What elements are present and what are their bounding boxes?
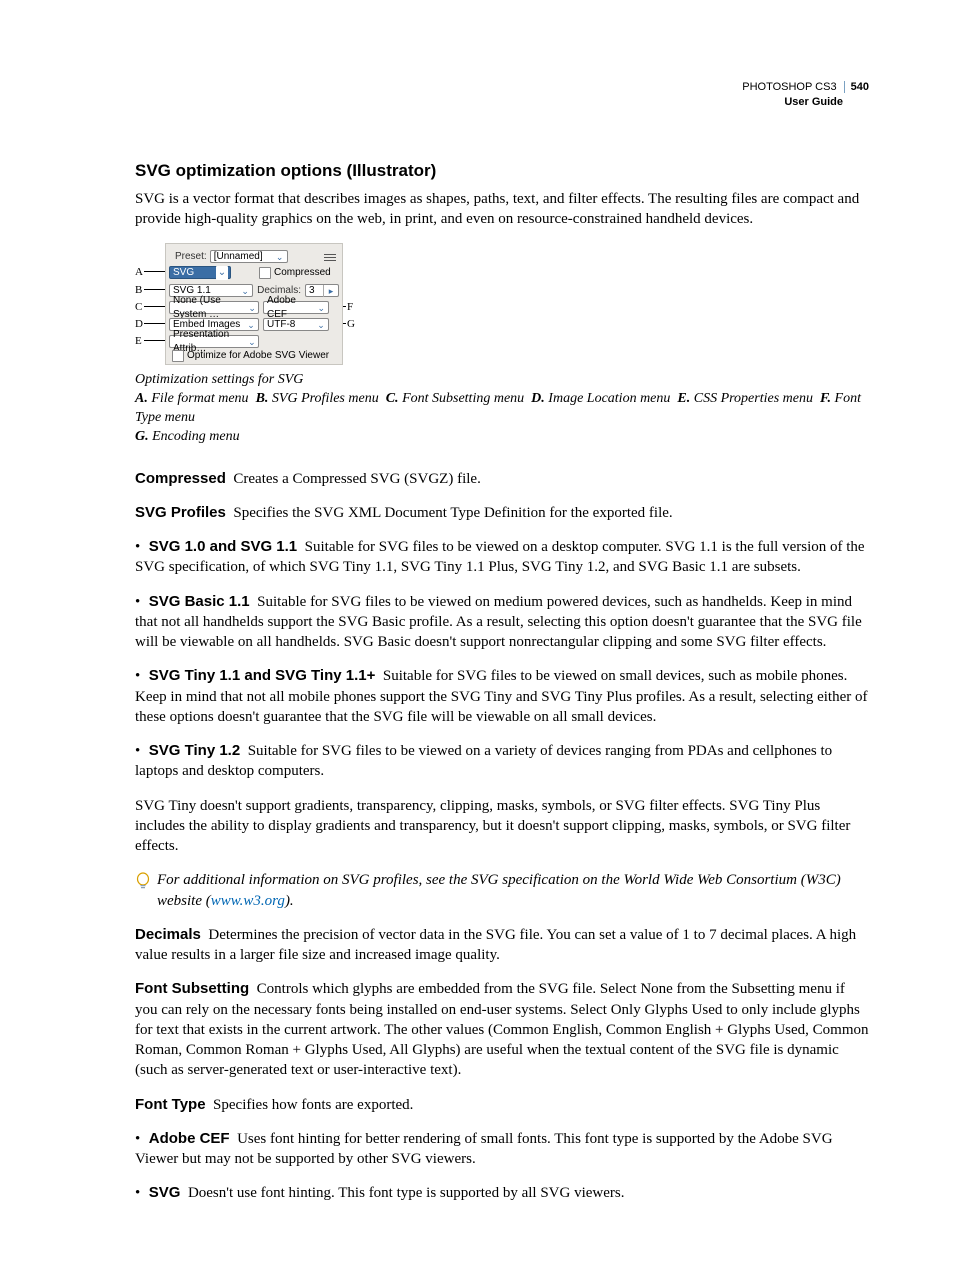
chevron-down-icon: ⌄ (275, 251, 285, 263)
product-name: PHOTOSHOP CS3 (742, 80, 836, 95)
preset-label: Preset: (175, 250, 207, 264)
def-compressed: Compressed Creates a Compressed SVG (SVG… (135, 469, 869, 489)
def-decimals: Decimals Determines the precision of vec… (135, 925, 869, 966)
profile-svg-tiny-11: • SVG Tiny 1.1 and SVG Tiny 1.1+ Suitabl… (135, 666, 869, 727)
svg-options-figure: A B C D E F G Preset: [Unnamed]⌄ SVG⌄ (135, 243, 355, 367)
css-properties-dropdown[interactable]: Presentation Attrib…⌄ (169, 335, 259, 348)
chevron-down-icon: ⌄ (248, 336, 256, 348)
compressed-checkbox[interactable]: Compressed (259, 266, 331, 280)
preset-dropdown[interactable]: [Unnamed]⌄ (210, 250, 288, 263)
page-header: PHOTOSHOP CS3 540 User Guide (135, 80, 869, 110)
checkbox-icon (259, 267, 271, 279)
profile-svg-tiny-12: • SVG Tiny 1.2 Suitable for SVG files to… (135, 741, 869, 782)
callout-a: A (135, 265, 143, 280)
callout-g: G (347, 317, 355, 332)
section-title: SVG optimization options (Illustrator) (135, 160, 869, 183)
def-svg-profiles: SVG Profiles Specifies the SVG XML Docum… (135, 503, 869, 523)
chevron-down-icon: ⌄ (216, 266, 228, 280)
stepper-icon: ▸ (323, 285, 338, 297)
file-format-dropdown[interactable]: SVG⌄ (169, 266, 231, 279)
options-panel: Preset: [Unnamed]⌄ SVG⌄ Compressed (165, 243, 343, 365)
checkbox-icon (172, 350, 184, 362)
profile-svg-basic-11: • SVG Basic 1.1 Suitable for SVG files t… (135, 592, 869, 653)
def-font-subsetting: Font Subsetting Controls which glyphs ar… (135, 979, 869, 1080)
intro-paragraph: SVG is a vector format that describes im… (135, 189, 869, 230)
lightbulb-icon (135, 872, 157, 898)
svg-tiny-note: SVG Tiny doesn't support gradients, tran… (135, 796, 869, 857)
callout-f: F (347, 300, 353, 315)
callout-d: D (135, 317, 143, 332)
callout-e: E (135, 334, 142, 349)
profile-svg10-11: • SVG 1.0 and SVG 1.1 Suitable for SVG f… (135, 537, 869, 578)
chevron-down-icon: ⌄ (248, 302, 256, 314)
font-subsetting-dropdown[interactable]: None (Use System …⌄ (169, 301, 259, 314)
font-type-svg: • SVG Doesn't use font hinting. This fon… (135, 1183, 869, 1203)
optimize-checkbox[interactable]: Optimize for Adobe SVG Viewer (172, 349, 329, 363)
chevron-down-icon: ⌄ (316, 319, 326, 331)
callout-b: B (135, 283, 142, 298)
chevron-down-icon: ⌄ (316, 302, 326, 314)
callout-c: C (135, 300, 142, 315)
figure-caption: Optimization settings for SVG A. File fo… (135, 371, 869, 447)
doc-title: User Guide (135, 95, 869, 110)
encoding-dropdown[interactable]: UTF-8⌄ (263, 318, 329, 331)
font-type-dropdown[interactable]: Adobe CEF⌄ (263, 301, 329, 314)
w3c-link[interactable]: www.w3.org (211, 893, 285, 909)
def-font-type: Font Type Specifies how fonts are export… (135, 1095, 869, 1115)
page-number: 540 (844, 81, 869, 93)
panel-menu-icon[interactable] (324, 252, 336, 262)
font-type-adobe-cef: • Adobe CEF Uses font hinting for better… (135, 1129, 869, 1170)
tip-block: For additional information on SVG profil… (135, 870, 869, 911)
